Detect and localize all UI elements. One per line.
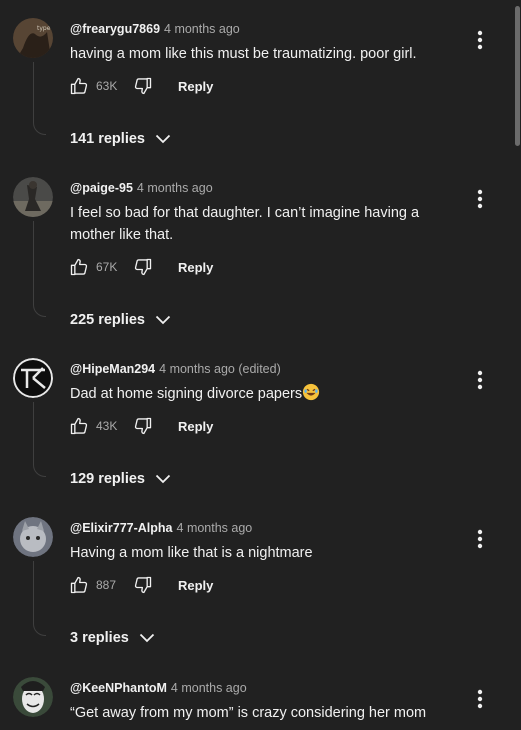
thread-line	[33, 221, 46, 317]
comment-text: having a mom like this must be traumatiz…	[70, 46, 417, 62]
more-vertical-icon	[477, 189, 483, 209]
scrollbar-thumb[interactable]	[515, 6, 520, 146]
timestamp[interactable]: 4 months ago	[164, 22, 240, 36]
dislike-button[interactable]	[132, 415, 154, 437]
replies-label: 3 replies	[70, 630, 129, 646]
view-replies-button[interactable]: 225 replies	[70, 309, 171, 331]
thumbs-down-icon	[134, 258, 152, 276]
author-name[interactable]: @HipeMan294	[70, 362, 155, 376]
author-name[interactable]: @frearygu7869	[70, 22, 160, 36]
more-vertical-icon	[477, 689, 483, 709]
chevron-down-icon	[155, 134, 171, 144]
more-vertical-icon	[477, 370, 483, 390]
comment-meta: @frearygu7869 4 months ago	[70, 21, 240, 37]
replies-label: 141 replies	[70, 131, 145, 147]
comment: @paige-95 4 months ago I feel so bad for …	[0, 177, 510, 337]
author-name[interactable]: @Elixir777-Alpha	[70, 521, 173, 535]
like-count: 887	[96, 578, 117, 592]
comment-actions: 887 Reply	[68, 573, 213, 597]
comment: type @frearygu7869 4 months ago having a …	[0, 18, 510, 158]
like-button[interactable]	[68, 415, 90, 437]
thumbs-up-icon	[70, 576, 88, 594]
replies-label: 225 replies	[70, 312, 145, 328]
comment-actions: 67K Reply	[68, 255, 213, 279]
comment-text-body: Dad at home signing divorce papers	[70, 386, 303, 402]
like-button[interactable]	[68, 574, 90, 596]
comment-meta: @KeeNPhantoM 4 months ago	[70, 680, 247, 696]
more-vertical-icon	[477, 529, 483, 549]
like-count: 63K	[96, 79, 118, 93]
reply-button[interactable]: Reply	[178, 79, 213, 94]
svg-text:type: type	[37, 25, 51, 32]
chevron-down-icon	[155, 474, 171, 484]
chevron-down-icon	[155, 315, 171, 325]
comment-meta: @HipeMan294 4 months ago (edited)	[70, 361, 281, 377]
more-actions-button[interactable]	[468, 368, 492, 392]
thread-line	[33, 561, 46, 636]
author-name[interactable]: @paige-95	[70, 181, 133, 195]
chevron-down-icon	[139, 633, 154, 643]
comment-text: “Get away from my mom” is crazy consider…	[70, 705, 427, 721]
avatar[interactable]	[13, 358, 53, 398]
comment-meta: @paige-95 4 months ago	[70, 180, 213, 196]
like-count: 67K	[96, 260, 118, 274]
timestamp[interactable]: 4 months ago	[171, 681, 247, 695]
more-vertical-icon	[477, 30, 483, 50]
replies-label: 129 replies	[70, 471, 145, 487]
like-button[interactable]	[68, 256, 90, 278]
more-actions-button[interactable]	[468, 187, 492, 211]
thumbs-up-icon	[70, 77, 88, 95]
reply-button[interactable]: Reply	[178, 260, 213, 275]
comment-actions: 43K Reply	[68, 414, 213, 438]
comment-text: I feel so bad for that daughter. I can’t…	[70, 205, 420, 243]
comment-text: Dad at home signing divorce papers	[70, 383, 460, 405]
like-button[interactable]	[68, 75, 90, 97]
comment-text: Having a mom like that is a nightmare	[70, 545, 313, 561]
thumbs-up-icon	[70, 258, 88, 276]
avatar[interactable]: type	[13, 18, 53, 58]
scrollbar-track[interactable]	[515, 0, 521, 730]
dislike-button[interactable]	[132, 75, 154, 97]
thread-line	[33, 402, 46, 477]
more-actions-button[interactable]	[468, 527, 492, 551]
comment-meta: @Elixir777-Alpha 4 months ago	[70, 520, 252, 536]
timestamp[interactable]: 4 months ago	[177, 521, 253, 535]
rolling-laughing-emoji	[303, 383, 320, 401]
more-actions-button[interactable]	[468, 687, 492, 711]
thumbs-down-icon	[134, 77, 152, 95]
dislike-button[interactable]	[132, 574, 154, 596]
view-replies-button[interactable]: 141 replies	[70, 128, 171, 150]
view-replies-button[interactable]: 129 replies	[70, 468, 171, 490]
reply-button[interactable]: Reply	[178, 578, 213, 593]
comment: @Elixir777-Alpha 4 months ago Having a mo…	[0, 517, 510, 657]
avatar[interactable]	[13, 177, 53, 217]
timestamp[interactable]: 4 months ago (edited)	[159, 362, 281, 376]
reply-button[interactable]: Reply	[178, 419, 213, 434]
view-replies-button[interactable]: 3 replies	[70, 627, 155, 649]
avatar[interactable]	[13, 677, 53, 717]
author-name[interactable]: @KeeNPhantoM	[70, 681, 167, 695]
comment: @KeeNPhantoM 4 months ago “Get away from …	[0, 677, 510, 730]
thumbs-up-icon	[70, 417, 88, 435]
timestamp[interactable]: 4 months ago	[137, 181, 213, 195]
like-count: 43K	[96, 419, 118, 433]
thumbs-down-icon	[134, 576, 152, 594]
comment: @HipeMan294 4 months ago (edited) Dad at …	[0, 358, 510, 498]
thumbs-down-icon	[134, 417, 152, 435]
thread-line	[33, 62, 46, 135]
more-actions-button[interactable]	[468, 28, 492, 52]
avatar[interactable]	[13, 517, 53, 557]
comment-actions: 63K Reply	[68, 74, 213, 98]
dislike-button[interactable]	[132, 256, 154, 278]
